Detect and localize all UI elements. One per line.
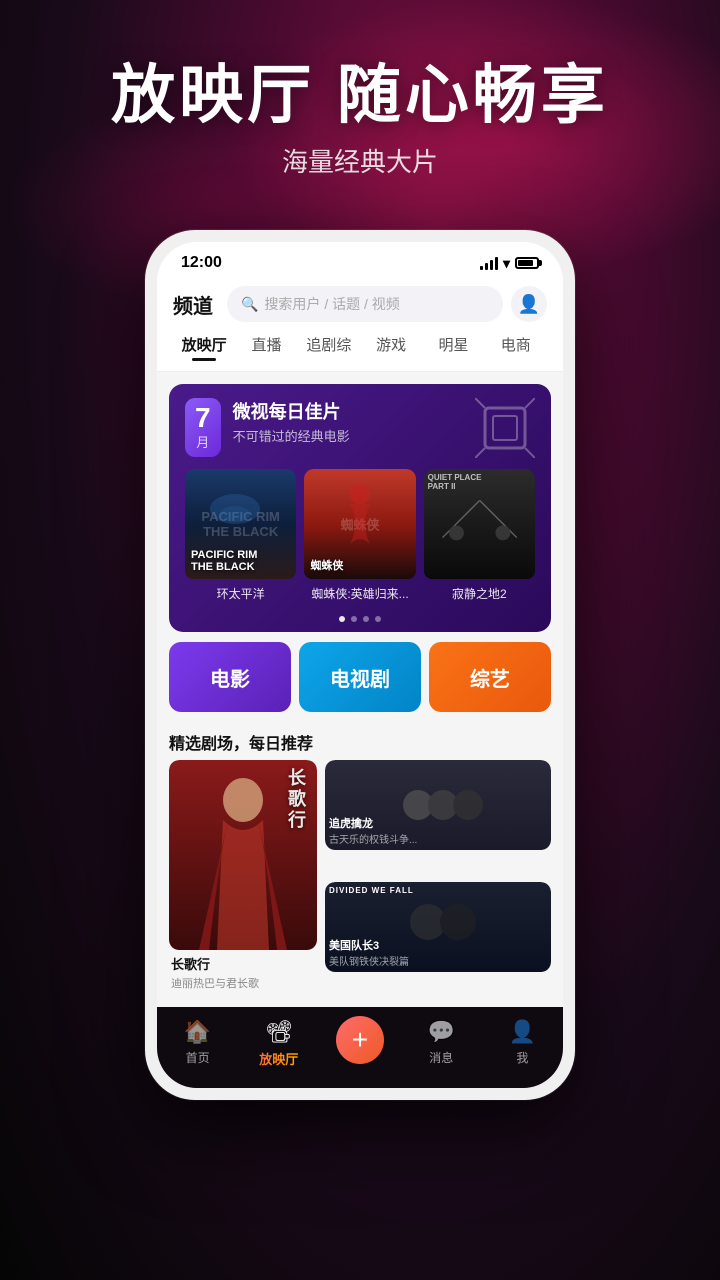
banner-subtitle: 不可错过的经典电影 [233,426,350,445]
movie-row: PACIFIC RIMTHE BLACK PACIFIC RIMTHE BLAC… [185,469,535,612]
drama-card-sm1[interactable]: 追虎擒龙 古天乐的权钱斗争... [325,760,551,874]
tab-bar: 放映厅 直播 追剧综 游戏 明星 电商 [157,330,563,372]
tab-game[interactable]: 游戏 [360,330,422,359]
banner-header: 7 月 微视每日佳片 不可错过的经典电影 [185,398,535,457]
dot-1 [339,616,345,622]
category-variety[interactable]: 综艺 [429,642,551,712]
movie-poster-3: QUIET PLACEPART II [424,469,535,579]
date-number: 7 [195,404,211,432]
dot-3 [363,616,369,622]
phone-mockup: 12:00 ▾ 频道 🔍 [145,230,575,1100]
me-icon: 👤 [509,1019,536,1045]
category-movie[interactable]: 电影 [169,642,291,712]
movie-poster-1: PACIFIC RIMTHE BLACK PACIFIC RIMTHE BLAC… [185,469,296,579]
sm1-title: 追虎擒龙 [329,815,547,831]
search-bar[interactable]: 🔍 搜索用户 / 话题 / 视频 [227,286,503,322]
phone-frame: 12:00 ▾ 频道 🔍 [145,230,575,1100]
date-badge: 7 月 [185,398,221,457]
carousel-dots [185,612,535,632]
home-icon: 🏠 [184,1019,211,1045]
movie-title-3: 寂静之地2 [424,585,535,602]
tab-ecom[interactable]: 电商 [485,330,547,359]
hero-title: 放映厅 随心畅享 [0,60,720,130]
drama-card-sm2[interactable]: DIVIDED WE FALL 美国队长3 美队钢铁侠决裂篇 [325,882,551,996]
movie-title-1: 环太平洋 [185,585,296,602]
movie-title-2: 蜘蛛侠:英雄归来... [304,585,415,602]
tab-live[interactable]: 直播 [235,330,297,359]
plus-circle: + [336,1016,384,1064]
drama-small-col: 追虎擒龙 古天乐的权钱斗争... DIVIDED WE FALL [325,760,551,995]
battery-icon [515,257,539,269]
search-icon: 🔍 [241,296,258,313]
nav-fangying[interactable]: 📽 放映厅 [238,1019,319,1068]
bottom-navigation: 🏠 首页 📽 放映厅 + 💬 消息 👤 我 [157,1007,563,1088]
sm2-title: 美国队长3 [329,937,547,953]
category-tv[interactable]: 电视剧 [299,642,421,712]
hero-subtitle: 海量经典大片 [0,142,720,179]
status-time: 12:00 [181,254,222,272]
movie-poster-2: 蜘蛛侠 蜘蛛侠 [304,469,415,579]
sm1-desc: 古天乐的权钱斗争... [329,831,547,846]
drama-desc-large: 迪丽热巴与君长歌 [171,975,315,991]
dot-4 [375,616,381,622]
drama-row: 长歌行 长歌行 迪丽热巴与君长歌 [157,760,563,1007]
drama-card-large[interactable]: 长歌行 长歌行 迪丽热巴与君长歌 [169,760,317,995]
status-icons: ▾ [480,255,539,272]
signal-icon [480,256,498,270]
section-header: 精选剧场，每日推荐 [157,722,563,760]
nav-bar: 频道 🔍 搜索用户 / 话题 / 视频 👤 [157,278,563,330]
nav-home[interactable]: 🏠 首页 [157,1019,238,1068]
category-row: 电影 电视剧 综艺 [157,632,563,722]
sm2-desc: 美队钢铁侠决裂篇 [329,953,547,968]
date-unit: 月 [195,432,211,451]
movie-card-1[interactable]: PACIFIC RIMTHE BLACK PACIFIC RIMTHE BLAC… [185,469,296,602]
wifi-icon: ▾ [503,255,510,272]
hero-section: 放映厅 随心畅享 海量经典大片 [0,60,720,179]
tab-drama[interactable]: 追剧综 [298,330,360,359]
user-add-button[interactable]: 👤 [511,286,547,322]
drama-info-large: 长歌行 迪丽热巴与君长歌 [169,950,317,995]
tab-fangying[interactable]: 放映厅 [173,330,235,359]
message-icon: 💬 [428,1019,455,1045]
search-placeholder-text: 搜索用户 / 话题 / 视频 [264,294,399,314]
status-bar: 12:00 ▾ [157,242,563,278]
fangying-icon: 📽 [265,1019,293,1045]
tab-star[interactable]: 明星 [422,330,484,359]
movie-card-2[interactable]: 蜘蛛侠 蜘蛛侠 蜘蛛侠:英雄归来... [304,469,415,602]
dot-2 [351,616,357,622]
banner-title: 微视每日佳片 [233,398,350,424]
nav-me[interactable]: 👤 我 [482,1019,563,1068]
nav-title: 频道 [173,290,213,319]
phone-screen: 12:00 ▾ 频道 🔍 [157,242,563,1088]
feature-banner[interactable]: 7 月 微视每日佳片 不可错过的经典电影 [169,384,551,632]
content-area: 7 月 微视每日佳片 不可错过的经典电影 [157,372,563,1007]
nav-plus[interactable]: + [319,1019,400,1068]
movie-card-3[interactable]: QUIET PLACEPART II 寂静之地2 [424,469,535,602]
banner-text: 微视每日佳片 不可错过的经典电影 [233,398,350,445]
drama-title-large: 长歌行 [171,954,315,973]
nav-message[interactable]: 💬 消息 [401,1019,482,1068]
banner-icon [475,398,535,463]
